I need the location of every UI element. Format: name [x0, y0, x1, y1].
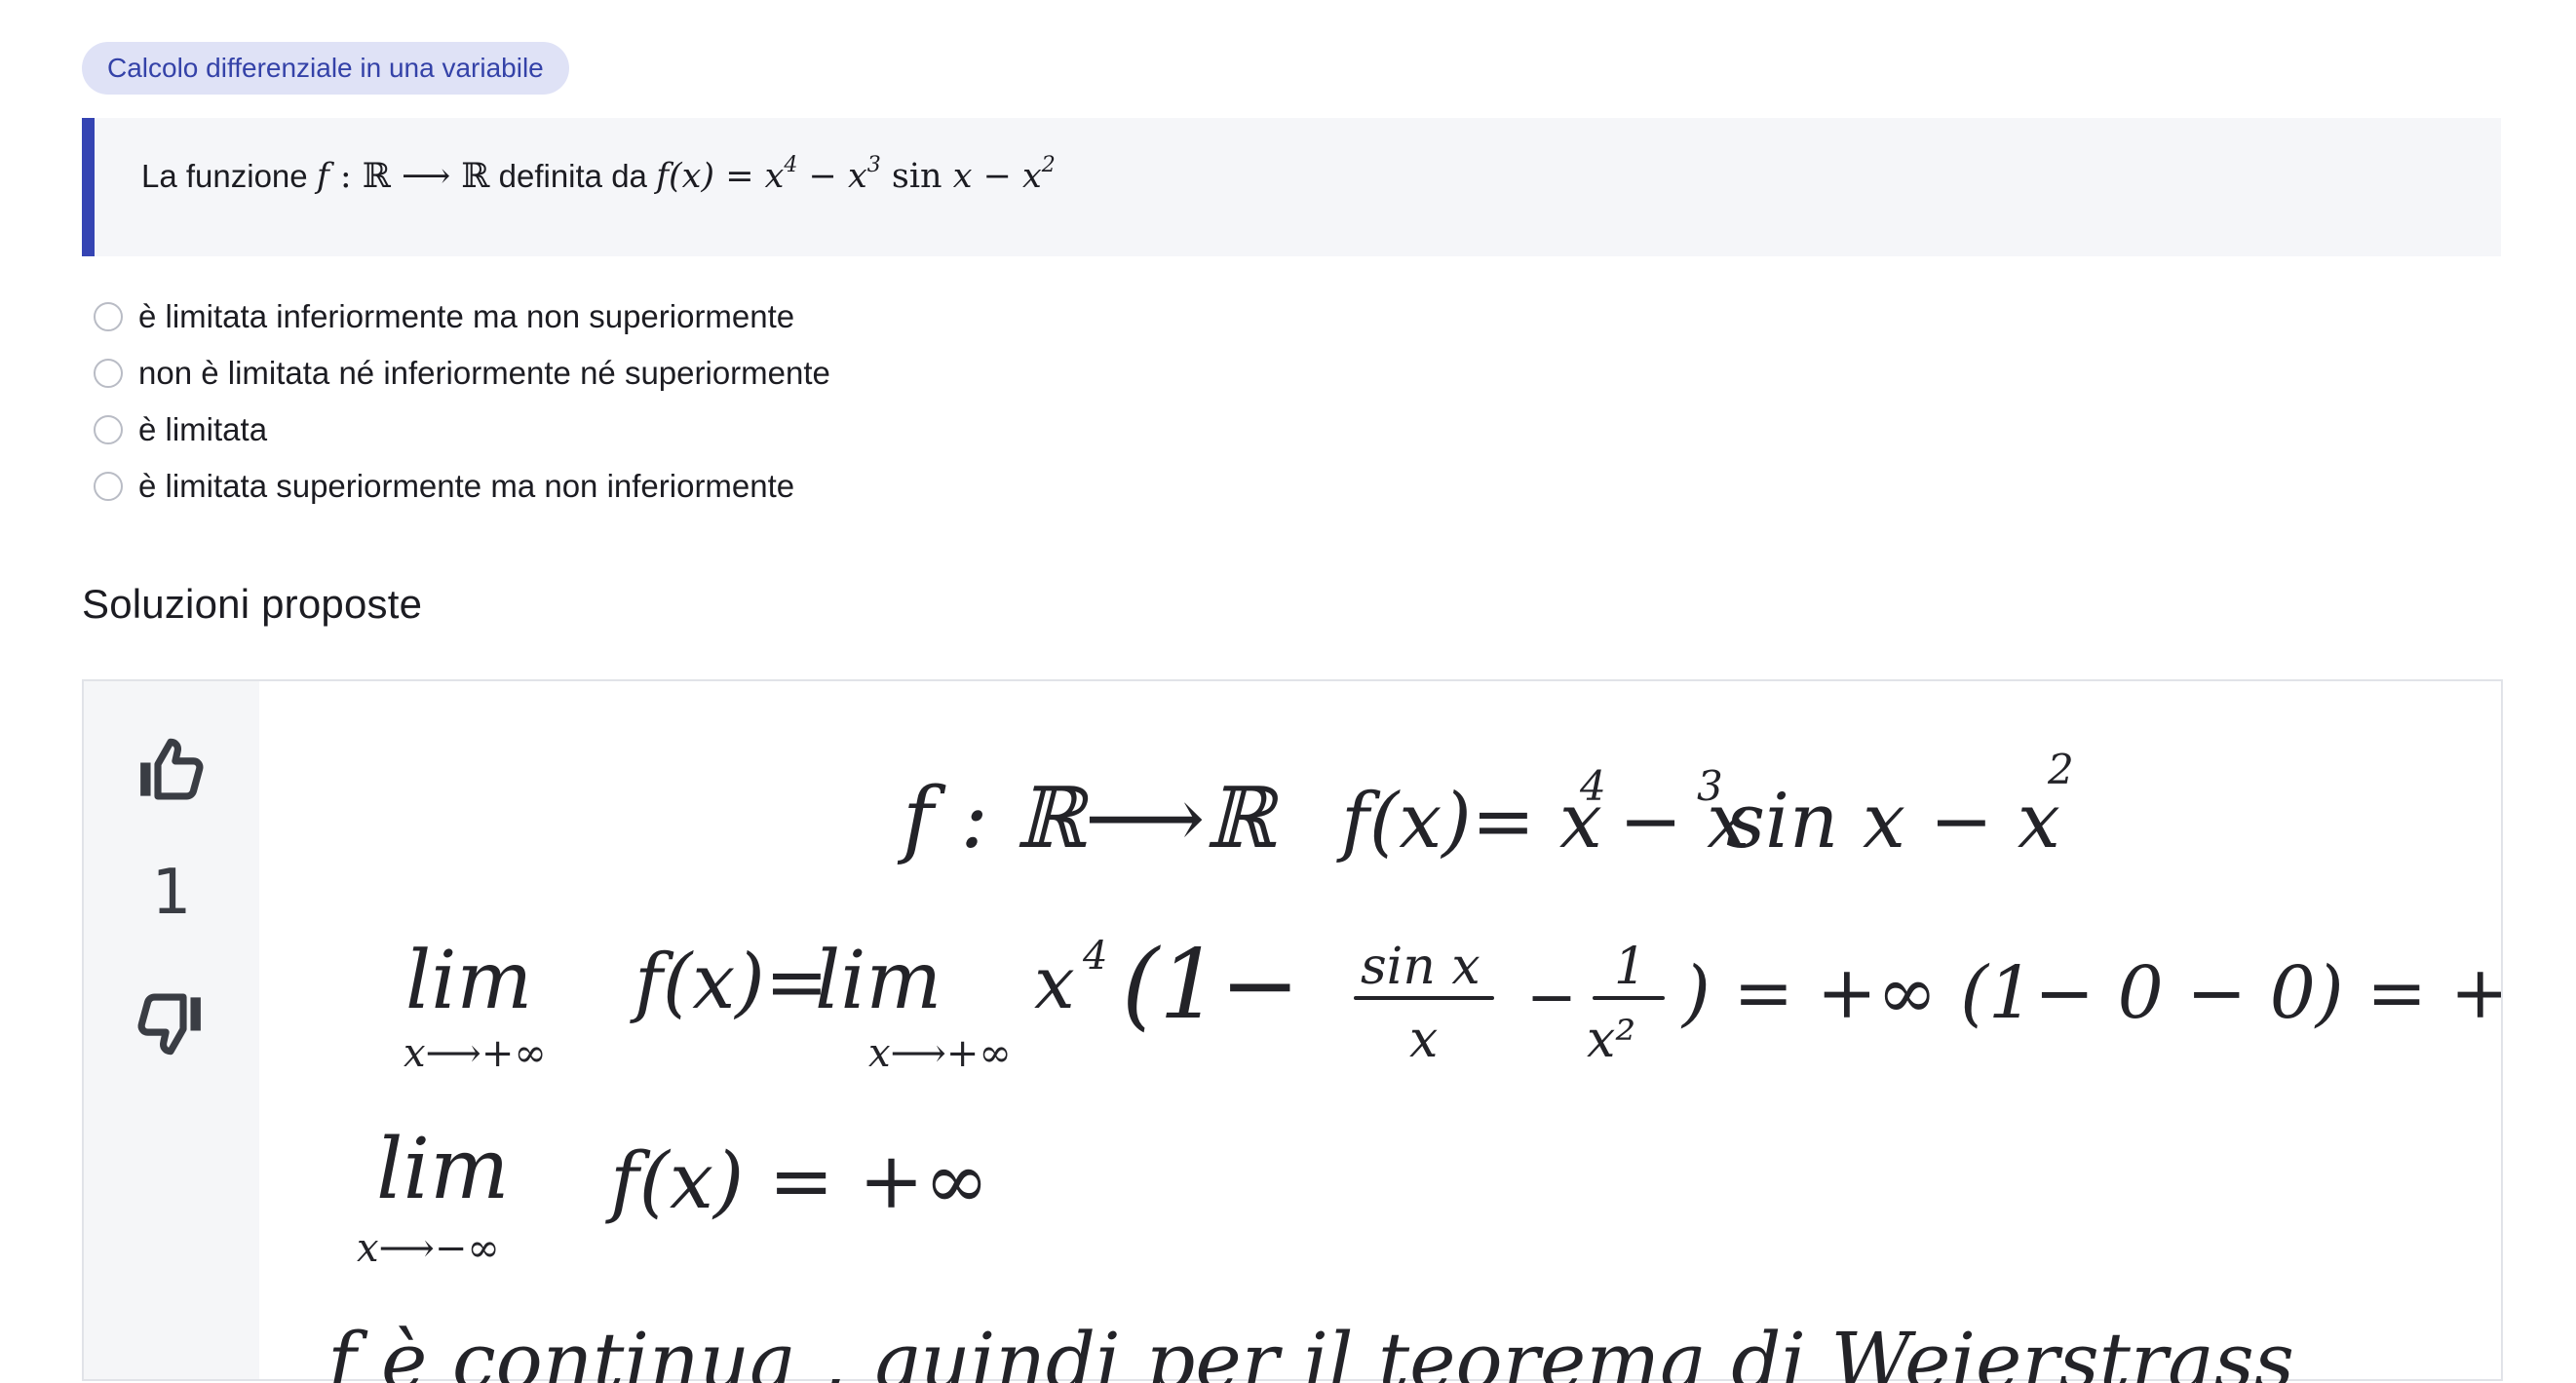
- upvote-button[interactable]: [130, 728, 211, 810]
- hw-line2-frac1-num: sin x: [1361, 938, 1480, 996]
- question-box: La funzione f : ℝ ⟶ ℝ definita da f(x) =…: [82, 118, 2501, 256]
- hw-line2-paren: (1−: [1122, 930, 1300, 1041]
- radio-button[interactable]: [94, 472, 123, 501]
- answer-option[interactable]: è limitata superiormente ma non inferior…: [94, 458, 830, 515]
- hw-line3-lim: lim: [376, 1121, 510, 1218]
- hw-line2-exp4: 4: [1082, 934, 1107, 979]
- answer-option[interactable]: è limitata: [94, 402, 830, 458]
- solutions-heading: Soluzioni proposte: [82, 581, 423, 627]
- handwritten-solution: f : ℝ⟶ℝ f(x)= x 4 − x 3 sin x − x 2 lim …: [323, 746, 2501, 1383]
- answer-option[interactable]: è limitata inferiormente ma non superior…: [94, 288, 830, 345]
- hw-line1-map: f : ℝ⟶ℝ: [897, 770, 1280, 867]
- question-math-function: f : ℝ ⟶ ℝ: [316, 157, 490, 196]
- answer-option-label: non è limitata né inferiormente né super…: [138, 355, 830, 391]
- radio-button[interactable]: [94, 415, 123, 444]
- handwritten-solution-image: f : ℝ⟶ℝ f(x)= x 4 − x 3 sin x − x 2 lim …: [259, 681, 2501, 1383]
- vote-panel: 1: [84, 681, 259, 1379]
- answer-options: è limitata inferiormente ma non superior…: [94, 288, 830, 515]
- hw-line1-sinx: sin x − x: [1726, 778, 2060, 865]
- question-math-formula: f(x) = x4 − x3 sin x − x2: [656, 153, 1056, 197]
- hw-line1-exp3: 3: [1697, 762, 1723, 810]
- hw-line3-rest: f(x) = +∞: [605, 1135, 989, 1226]
- question-text: La funzione f : ℝ ⟶ ℝ definita da f(x) =…: [141, 153, 1056, 197]
- topic-tag[interactable]: Calcolo differenziale in una variabile: [82, 42, 569, 95]
- thumbs-down-icon: [137, 993, 201, 1056]
- hw-line2-lim2: lim: [815, 935, 942, 1027]
- radio-button[interactable]: [94, 302, 123, 331]
- hw-line2-lim: lim: [405, 935, 532, 1027]
- hw-line2-fx: f(x)=: [630, 939, 828, 1026]
- radio-button[interactable]: [94, 359, 123, 388]
- answer-option-label: è limitata superiormente ma non inferior…: [138, 468, 795, 504]
- hw-line4: f è continua , quindi per il teorema di …: [323, 1316, 2294, 1383]
- hw-line3-lim-sub: x⟶−∞: [357, 1226, 500, 1271]
- hw-line2-lim-sub: x⟶+∞: [404, 1031, 547, 1076]
- hw-line2-rest: ) = +∞ (1− 0 − 0) = +∞: [1680, 951, 2501, 1035]
- hw-line2-minus: −: [1526, 961, 1577, 1032]
- answer-option-label: è limitata inferiormente ma non superior…: [138, 298, 795, 334]
- answer-option-label: è limitata: [138, 411, 268, 447]
- downvote-button[interactable]: [130, 983, 211, 1065]
- hw-line2-frac2-num: 1: [1614, 938, 1646, 996]
- question-middle: definita da: [489, 158, 657, 194]
- vote-count: 1: [151, 857, 192, 929]
- hw-line1-exp4: 4: [1579, 762, 1606, 810]
- hw-line2-frac2-den: x²: [1587, 1011, 1635, 1069]
- hw-line2-lim2-sub: x⟶+∞: [868, 1031, 1012, 1076]
- question-prefix: La funzione: [141, 158, 317, 194]
- hw-line1-exp2: 2: [2047, 746, 2074, 793]
- answer-option[interactable]: non è limitata né inferiormente né super…: [94, 345, 830, 402]
- hw-line1-fx: f(x)= x: [1336, 778, 1602, 865]
- solution-card: 1 f : ℝ⟶ℝ f(x)= x 4 − x 3 sin x − x 2 li…: [82, 679, 2503, 1383]
- hw-line2-x4: x: [1034, 941, 1075, 1025]
- thumbs-up-icon: [140, 738, 204, 800]
- hw-line2-frac1-den: x: [1409, 1011, 1438, 1069]
